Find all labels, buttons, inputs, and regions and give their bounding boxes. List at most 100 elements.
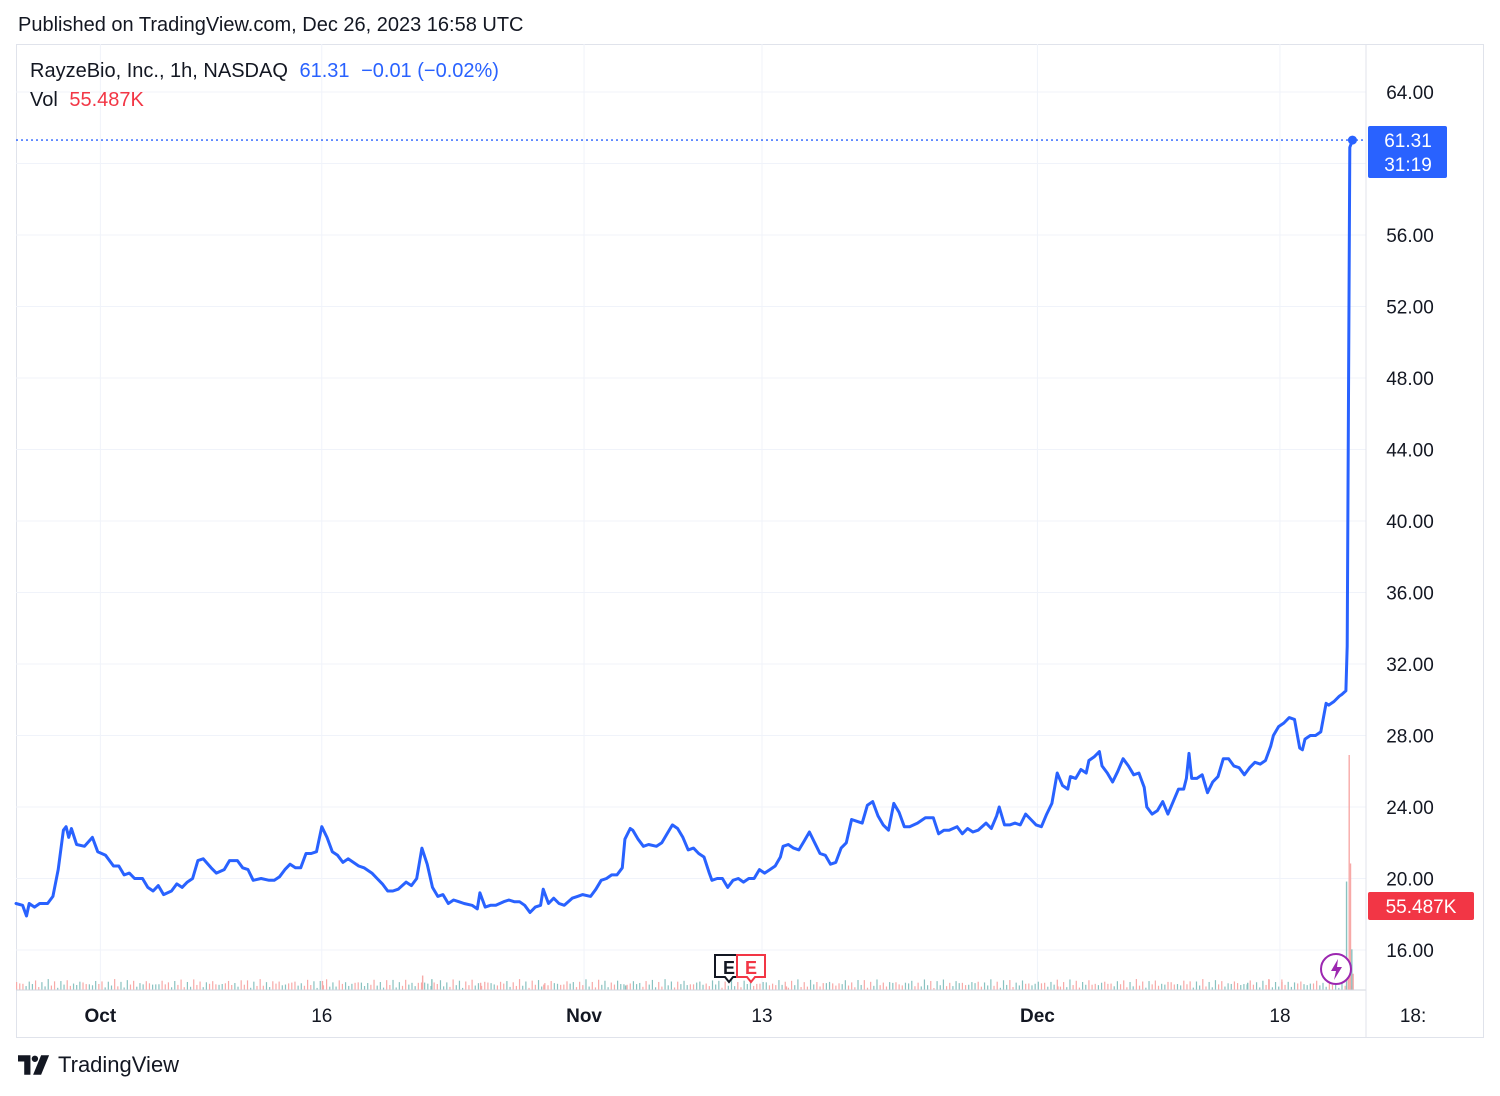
volume-bar	[781, 984, 783, 990]
volume-bar	[797, 979, 799, 990]
volume-bar	[95, 980, 97, 990]
volume-bar	[408, 984, 410, 990]
volume-bar	[863, 980, 865, 990]
volume-bar	[158, 984, 160, 990]
volume-bar	[772, 983, 774, 990]
price-change: −0.01 (−0.02%)	[361, 60, 499, 82]
volume-bar	[553, 983, 555, 990]
volume-bar	[338, 980, 340, 990]
volume-bar	[952, 986, 954, 990]
volume-bar	[515, 985, 517, 990]
volume-bar	[332, 982, 334, 990]
volume-bar	[499, 981, 502, 990]
volume-bar	[1202, 979, 1204, 990]
volume-bar	[623, 984, 625, 990]
y-tick-label: 44.00	[1386, 441, 1434, 462]
volume-bar	[436, 983, 438, 990]
volume-bar	[806, 986, 808, 990]
y-tick-label: 16.00	[1386, 941, 1434, 962]
volume-bar	[699, 981, 701, 990]
volume-bar	[1037, 981, 1039, 990]
volume-bar	[632, 981, 635, 990]
volume-bar	[547, 985, 549, 990]
volume-bar	[357, 982, 359, 990]
tradingview-brand[interactable]: TradingView	[58, 1052, 179, 1078]
volume-bar	[1309, 983, 1311, 990]
volume-bar	[180, 979, 182, 990]
volume-bar	[288, 983, 290, 990]
volume-bar	[88, 984, 90, 990]
volume-bar	[367, 983, 369, 990]
volume-bar	[66, 980, 68, 990]
symbol-title[interactable]: RayzeBio, Inc., 1h, NASDAQ	[30, 60, 288, 82]
volume-value: 55.487K	[69, 89, 144, 111]
tradingview-logo-icon[interactable]	[18, 1055, 50, 1075]
volume-bar	[446, 982, 448, 990]
volume-bar	[167, 982, 170, 990]
volume-bar	[1053, 984, 1055, 990]
y-tick-label: 36.00	[1386, 584, 1434, 605]
volume-bar	[1173, 984, 1175, 990]
volume-bar	[101, 981, 103, 990]
earnings-marker-upcoming[interactable]: E	[736, 954, 766, 984]
volume-bar	[1268, 979, 1270, 990]
volume-label[interactable]: Vol	[30, 89, 58, 111]
volume-bar	[1331, 984, 1334, 990]
volume-bar	[711, 980, 714, 990]
volume-bar	[297, 985, 299, 990]
volume-bar	[1293, 982, 1296, 990]
volume-bar	[506, 981, 508, 990]
volume-bar	[1072, 985, 1074, 990]
volume-bar	[321, 980, 324, 990]
volume-bar	[1142, 981, 1144, 990]
volume-bar	[1015, 982, 1017, 990]
volume-bar	[1107, 983, 1109, 990]
volume-bar	[689, 984, 691, 990]
volume-bar	[44, 986, 46, 990]
volume-bar	[107, 981, 109, 990]
volume-bar	[117, 986, 119, 990]
volume-bar	[1097, 985, 1100, 990]
volume-bar	[479, 982, 482, 990]
volume-bar	[702, 984, 704, 990]
volume-bar	[572, 982, 574, 990]
volume-bar	[1094, 983, 1096, 990]
volume-bar	[1319, 985, 1321, 990]
volume-bar	[518, 979, 521, 990]
volume-bar	[427, 983, 429, 990]
volume-bar	[775, 985, 777, 990]
y-tick-label: 24.00	[1386, 798, 1434, 819]
volume-bar	[569, 983, 571, 990]
volume-bar	[908, 983, 910, 990]
volume-bar	[705, 983, 707, 990]
volume-bar	[414, 986, 416, 990]
volume-bar	[648, 984, 650, 990]
volume-bar	[392, 979, 394, 990]
volume-bar	[835, 985, 837, 990]
volume-bar	[949, 982, 951, 990]
volume-bar	[746, 984, 748, 990]
lightning-icon[interactable]	[1320, 953, 1352, 985]
volume-bar	[398, 982, 400, 990]
volume-bar	[1243, 984, 1245, 990]
volume-bar	[370, 984, 372, 990]
volume-bar	[743, 980, 745, 990]
volume-bar	[1069, 979, 1071, 990]
volume-bar	[1274, 982, 1277, 990]
volume-bar	[765, 982, 767, 990]
volume-bar	[199, 981, 201, 990]
volume-bar	[1284, 984, 1286, 990]
volume-bar	[496, 985, 499, 990]
volume-bar	[439, 980, 442, 990]
volume-bar	[838, 983, 840, 990]
volume-bar	[401, 985, 404, 990]
volume-bar	[164, 984, 166, 990]
volume-bar	[1138, 985, 1141, 990]
price-chart[interactable]: 16.00 20.00 24.00 28.00 32.00 36.00 40.00 44.00…	[0, 0, 1500, 1096]
volume-bar	[133, 980, 135, 990]
volume-bar	[212, 981, 214, 990]
volume-bar	[525, 981, 527, 990]
volume-bar	[1057, 986, 1059, 990]
volume-bar	[1208, 981, 1210, 990]
volume-bar	[677, 981, 679, 990]
